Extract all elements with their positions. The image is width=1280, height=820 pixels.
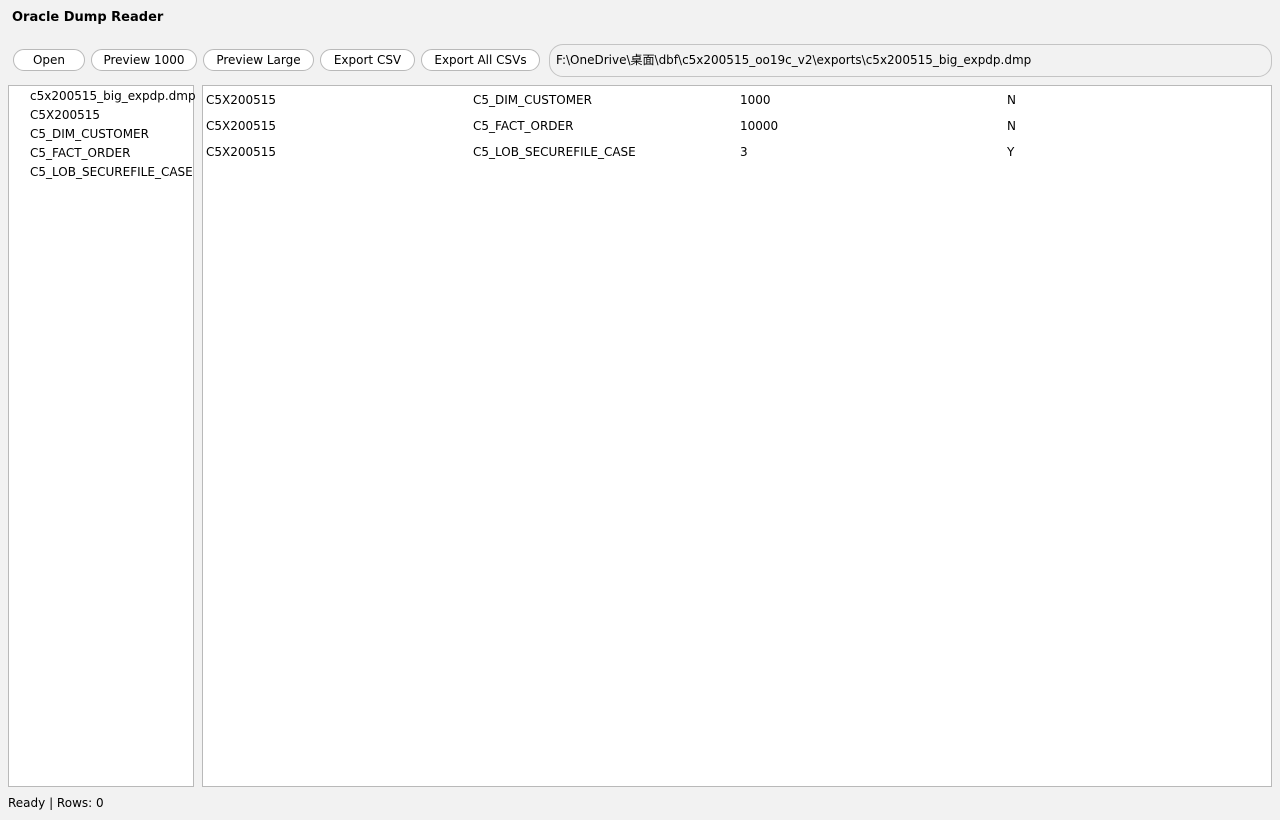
tree-item-table[interactable]: C5_LOB_SECUREFILE_CASE xyxy=(30,163,193,182)
status-bar: Ready | Rows: 0 xyxy=(8,796,104,810)
toolbar: Open Preview 1000 Preview Large Export C… xyxy=(13,49,540,72)
tree-item-table[interactable]: C5_DIM_CUSTOMER xyxy=(30,125,149,144)
table-row[interactable]: C5X200515 C5_FACT_ORDER 10000 N xyxy=(203,113,1271,139)
table-cell-flag: N xyxy=(1007,119,1016,133)
table-cell-row-count: 10000 xyxy=(740,119,779,133)
table-row[interactable]: C5X200515 C5_DIM_CUSTOMER 1000 N xyxy=(203,87,1271,113)
preview-large-button[interactable]: Preview Large xyxy=(203,49,314,71)
table-cell-flag: N xyxy=(1007,93,1016,107)
export-all-csvs-button[interactable]: Export All CSVs xyxy=(421,49,540,71)
open-button[interactable]: Open xyxy=(13,49,85,71)
table-cell-table-name: C5_DIM_CUSTOMER xyxy=(473,93,592,107)
table-cell-owner: C5X200515 xyxy=(206,119,277,133)
table-cell-flag: Y xyxy=(1007,145,1015,159)
file-path-field[interactable]: F:\OneDrive\桌面\dbf\c5x200515_oo19c_v2\ex… xyxy=(549,44,1272,77)
table-cell-row-count: 3 xyxy=(740,145,748,159)
export-csv-button[interactable]: Export CSV xyxy=(320,49,415,71)
preview-1000-button[interactable]: Preview 1000 xyxy=(91,49,197,71)
object-tree[interactable]: c5x200515_big_expdp.dmp C5X200515 C5_DIM… xyxy=(8,85,196,787)
app-window: Oracle Dump Reader Open Preview 1000 Pre… xyxy=(0,0,1280,820)
table-cell-owner: C5X200515 xyxy=(206,93,277,107)
table-cell-table-name: C5_LOB_SECUREFILE_CASE xyxy=(473,145,636,159)
table-cell-owner: C5X200515 xyxy=(206,145,277,159)
tree-item-table[interactable]: C5_FACT_ORDER xyxy=(30,144,130,163)
table-cell-row-count: 1000 xyxy=(740,93,771,107)
table-row[interactable]: C5X200515 C5_LOB_SECUREFILE_CASE 3 Y xyxy=(203,139,1271,165)
window-title: Oracle Dump Reader xyxy=(12,10,164,25)
tree-item-dump-file[interactable]: c5x200515_big_expdp.dmp xyxy=(30,87,196,106)
table-cell-table-name: C5_FACT_ORDER xyxy=(473,119,574,133)
tree-item-schema[interactable]: C5X200515 xyxy=(30,106,100,125)
data-table[interactable]: C5X200515 C5_DIM_CUSTOMER 1000 N C5X2005… xyxy=(202,85,1272,787)
